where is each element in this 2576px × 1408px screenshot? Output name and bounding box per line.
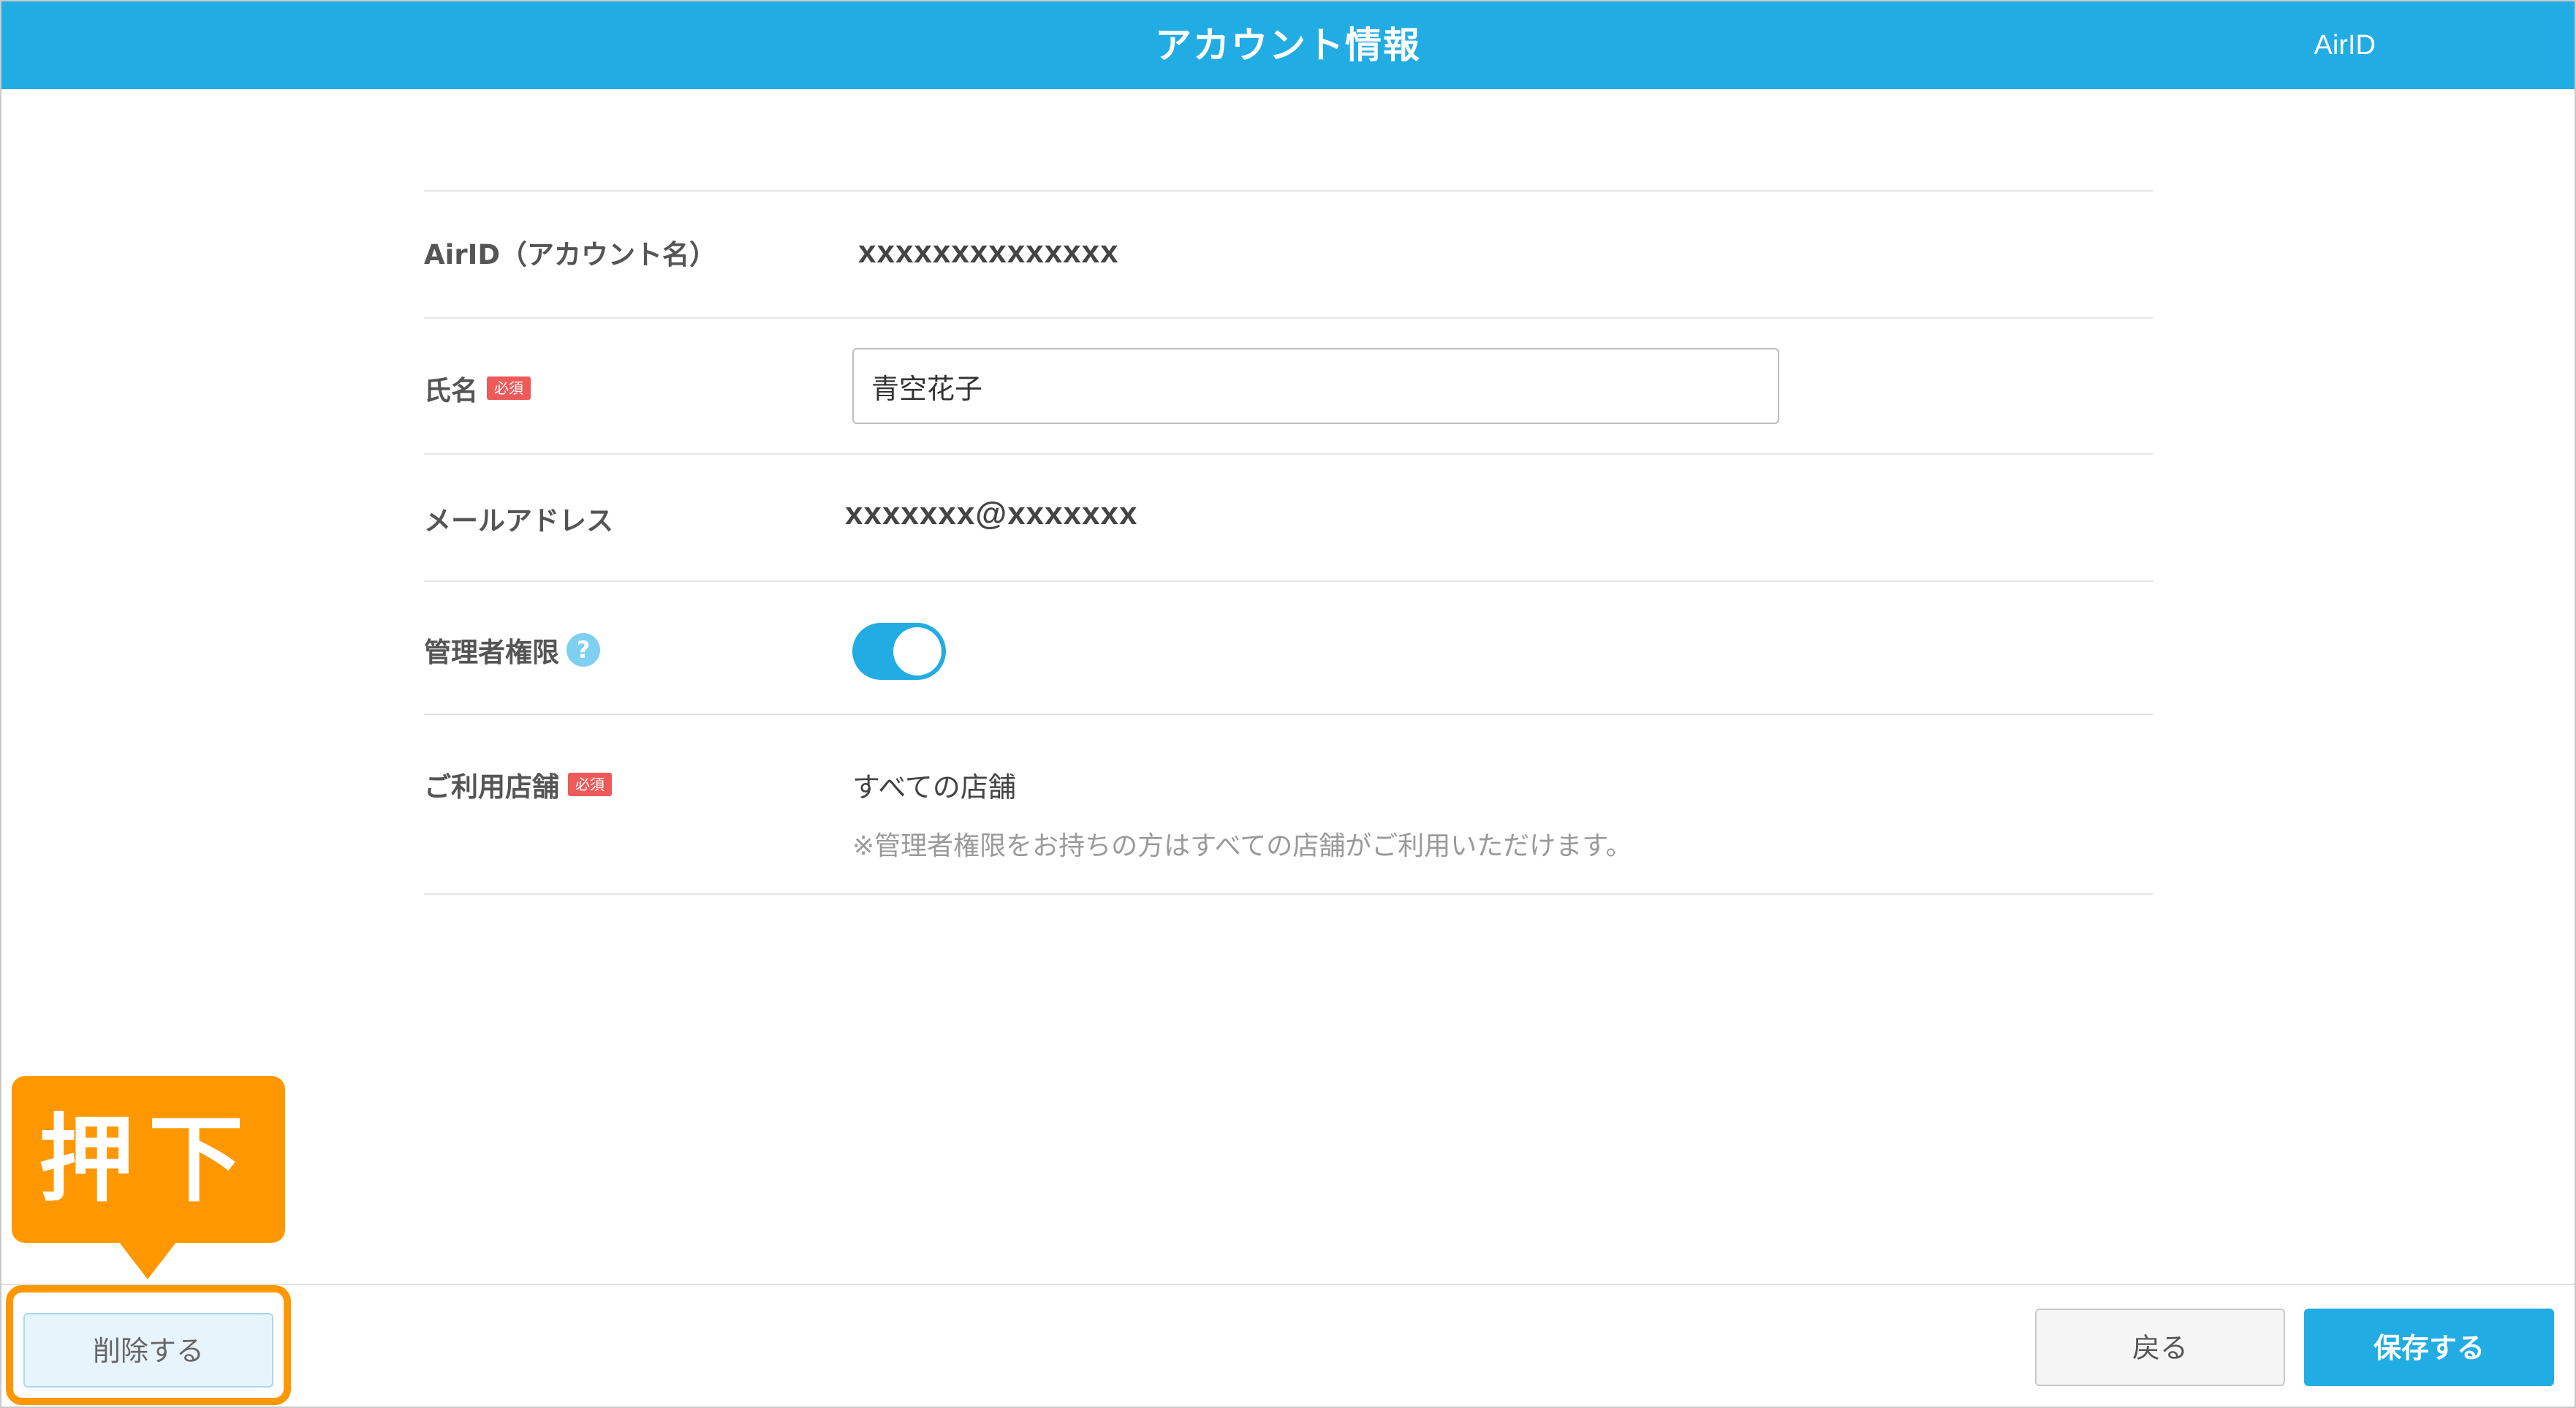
toggle-knob [893, 627, 942, 675]
email-row: メールアドレス xxxxxxx@xxxxxxx [424, 455, 2153, 582]
name-label: 氏名 必須 [424, 368, 531, 408]
account-form: AirID（アカウント名） xxxxxxxxxxxxxx 氏名 必須 メールアド… [424, 190, 2153, 895]
footer-bar: 削除する 戻る 保存する [1, 1284, 2575, 1407]
required-badge: 必須 [568, 773, 612, 796]
press-callout: 押下 [12, 1076, 285, 1243]
app-window: アカウント情報 AirID AirID（アカウント名） xxxxxxxxxxxx… [0, 0, 2576, 1408]
name-row: 氏名 必須 [424, 319, 2153, 455]
page-title: アカウント情報 [1155, 24, 1421, 67]
stores-value: すべての店舗 [852, 771, 1016, 803]
header-bar: アカウント情報 AirID [1, 1, 2575, 89]
admin-toggle[interactable] [852, 623, 946, 680]
stores-row: ご利用店舗 必須 すべての店舗 ※管理者権限をお持ちの方はすべての店舗がご利用い… [424, 715, 2153, 895]
save-button[interactable]: 保存する [2304, 1309, 2554, 1386]
name-input[interactable] [852, 348, 1779, 424]
email-label: メールアドレス [424, 499, 613, 538]
airid-row: AirID（アカウント名） xxxxxxxxxxxxxx [424, 192, 2153, 319]
airid-value: xxxxxxxxxxxxxx [858, 234, 1119, 270]
brand-logo: AirID [2314, 30, 2376, 61]
admin-label-text: 管理者権限 [424, 637, 559, 668]
airid-label: AirID（アカウント名） [424, 232, 716, 272]
email-label-text: メールアドレス [424, 505, 613, 537]
back-button[interactable]: 戻る [2035, 1309, 2285, 1386]
help-icon[interactable]: ? [567, 633, 600, 667]
stores-note: ※管理者権限をお持ちの方はすべての店舗がご利用いただけます。 [852, 831, 1632, 861]
airid-label-text: AirID（アカウント名） [424, 239, 717, 270]
name-label-text: 氏名 [424, 375, 478, 406]
admin-label: 管理者権限 ? [424, 630, 600, 670]
stores-label: ご利用店舗 必須 [424, 765, 612, 804]
stores-label-text: ご利用店舗 [424, 771, 559, 803]
required-badge: 必須 [487, 376, 531, 400]
email-value: xxxxxxx@xxxxxxx [845, 496, 1138, 531]
admin-row: 管理者権限 ? [424, 582, 2153, 715]
delete-button[interactable]: 削除する [23, 1313, 273, 1388]
press-callout-pointer [118, 1241, 177, 1279]
